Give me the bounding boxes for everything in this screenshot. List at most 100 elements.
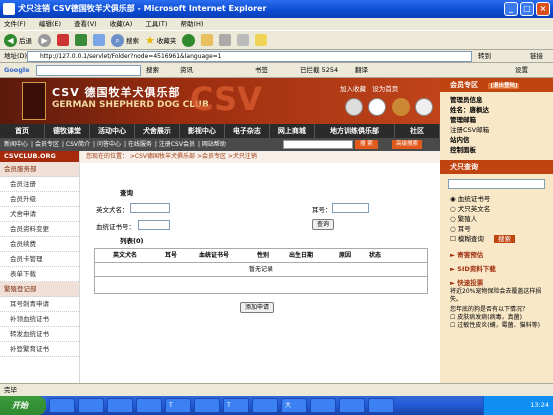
taskbar-item[interactable] [252,398,278,413]
vote-option-1[interactable]: ☐ 皮肤病发病(病毒，真菌) [440,314,553,322]
google-bookmarks-button[interactable]: 书签 [255,63,268,78]
search-button[interactable]: ⌕ 搜索 [111,33,139,47]
edit-icon[interactable] [237,34,250,46]
partner-logo-icon[interactable] [415,98,433,116]
nav-shop[interactable]: 网上商城 [270,124,315,138]
menu-help[interactable]: 帮助(H) [181,20,204,28]
taskbar-item[interactable] [194,398,220,413]
taskbar-item[interactable] [310,398,336,413]
sidebar-item-profile-change[interactable]: 会员资料变更 [0,222,79,237]
add-application-button[interactable]: 添加申请 [240,302,275,313]
menu-edit[interactable]: 编辑(E) [39,20,61,28]
menu-tools[interactable]: 工具(T) [145,20,167,28]
sidebar-item-forms[interactable]: 表单下载 [0,267,79,282]
notice-link[interactable]: ► 寄害预估 [440,250,553,260]
sidebar-section-breeding[interactable]: 繁殖登记部 [0,282,79,297]
partner-logo-icon[interactable] [368,98,386,116]
google-settings-button[interactable]: 设置 [515,63,528,78]
google-search-input[interactable] [36,65,141,76]
sidebar-item-kennel[interactable]: 犬舍申请 [0,207,79,222]
start-button[interactable]: 开始 [0,396,46,415]
member-item-control-panel[interactable]: 控制面板 [440,145,553,155]
google-translate-button[interactable]: 翻译 [355,63,368,78]
sidebar-item-renew[interactable]: 会员续费 [0,237,79,252]
taskbar-item[interactable]: T [223,398,249,413]
home-icon[interactable] [93,34,105,46]
add-favorite-link[interactable]: 加入收藏 [340,85,366,93]
back-button[interactable]: ◀ 后退 [4,33,32,47]
minimize-button[interactable]: _ [504,2,518,16]
mail-icon[interactable] [201,34,214,46]
member-item-messages[interactable]: 站内信 [440,135,553,145]
subnav-service[interactable]: 在线服务 [128,141,152,148]
sidebar-item-card[interactable]: 会员卡管理 [0,252,79,267]
sidebar-item-transfer-cert[interactable]: 转发血统证书 [0,327,79,342]
taskbar-item[interactable] [368,398,394,413]
set-homepage-link[interactable]: 设为首页 [372,85,398,93]
sidebar-item-reissue-cert[interactable]: 补领血统证书 [0,312,79,327]
member-item-admin[interactable]: 管理员信息 [440,95,553,105]
nav-magazine[interactable]: 电子杂志 [225,124,270,138]
taskbar-item[interactable] [136,398,162,413]
taskbar-item[interactable] [78,398,104,413]
option-fuzzy[interactable]: ☐ 模糊查询 搜索 [440,234,553,244]
subnav-qa[interactable]: 问答中心 [97,141,121,148]
member-item-mailbox[interactable]: 管理邮箱 [440,115,553,125]
logout-link[interactable]: [退出登陆] [488,83,520,89]
site-search-input[interactable] [283,140,353,149]
google-search-button[interactable]: 搜索 [146,63,159,78]
taskbar-item[interactable]: 大 [281,398,307,413]
favorites-button[interactable]: ★ 收藏夹 [145,34,176,47]
nav-community[interactable]: 社区 [395,124,441,138]
sv-logo-icon[interactable] [392,98,410,116]
nav-local-clubs[interactable]: 地方训练俱乐部 [315,124,396,138]
dog-search-button[interactable]: 搜索 [493,235,515,243]
subnav-register[interactable]: 注册CSV会员 [159,141,195,148]
folder-icon[interactable] [255,34,268,46]
ear-number-input[interactable] [332,203,369,213]
cert-number-input[interactable] [138,220,170,230]
close-button[interactable]: × [536,2,550,16]
subnav-help[interactable]: 网站帮助 [202,141,226,148]
subnav-news[interactable]: 新闻中心 [4,141,28,148]
site-search-button[interactable]: 搜 索 [355,140,378,149]
refresh-icon[interactable] [75,34,87,46]
menu-view[interactable]: 查看(V) [74,20,97,28]
vote-option-2[interactable]: ☐ 过敏性皮炎(螨，霉菌、猫科等) [440,322,553,330]
maximize-button[interactable]: □ [520,2,534,16]
subnav-members[interactable]: 会员专区 [35,141,59,148]
advanced-search-button[interactable]: 高级搜索 [392,140,423,149]
option-cert[interactable]: ◉ 血统证书号 [440,194,553,204]
option-english-name[interactable]: ○ 犬只英文名 [440,204,553,214]
dog-name-input[interactable] [130,203,170,213]
menu-file[interactable]: 文件(F) [4,20,26,28]
go-button[interactable]: 转到 [478,50,491,63]
option-ear[interactable]: ○ 耳号 [440,224,553,234]
nav-class[interactable]: 德牧课堂 [45,124,90,138]
taskbar-item[interactable] [339,398,365,413]
sid-download-link[interactable]: ► SID资料下载 [440,264,553,274]
dog-search-input[interactable] [448,179,545,189]
taskbar-item[interactable]: T [165,398,191,413]
subnav-about[interactable]: CSV简介 [66,141,90,148]
forward-arrow-icon[interactable]: ▶ [38,33,51,47]
menu-favorites[interactable]: 收藏(A) [110,20,133,28]
partner-logo-icon[interactable] [345,98,363,116]
address-input[interactable]: http://127.0.0.1/servlet/Folder?node=451… [27,51,472,62]
sidebar-item-upgrade[interactable]: 会员升级 [0,192,79,207]
sidebar-item-breed-cert[interactable]: 补登繁育证书 [0,342,79,357]
nav-video[interactable]: 影视中心 [180,124,225,138]
taskbar-item[interactable] [107,398,133,413]
nav-home[interactable]: 首页 [0,124,45,138]
sidebar-section-member[interactable]: 会员服务部 [0,162,79,177]
nav-kennels[interactable]: 犬舍展示 [135,124,180,138]
taskbar-item[interactable] [49,398,75,413]
google-blocked-count[interactable]: 已拦截 5254 [300,63,338,78]
member-item-register-mail[interactable]: 注册CSV邮箱 [440,125,553,135]
stop-icon[interactable] [57,34,69,46]
sidebar-item-tattoo[interactable]: 耳号刺青申请 [0,297,79,312]
links-label[interactable]: 链接 [530,50,543,63]
nav-events[interactable]: 活动中心 [90,124,135,138]
sidebar-item-register[interactable]: 会员注册 [0,177,79,192]
option-breeder[interactable]: ○ 繁殖人 [440,214,553,224]
